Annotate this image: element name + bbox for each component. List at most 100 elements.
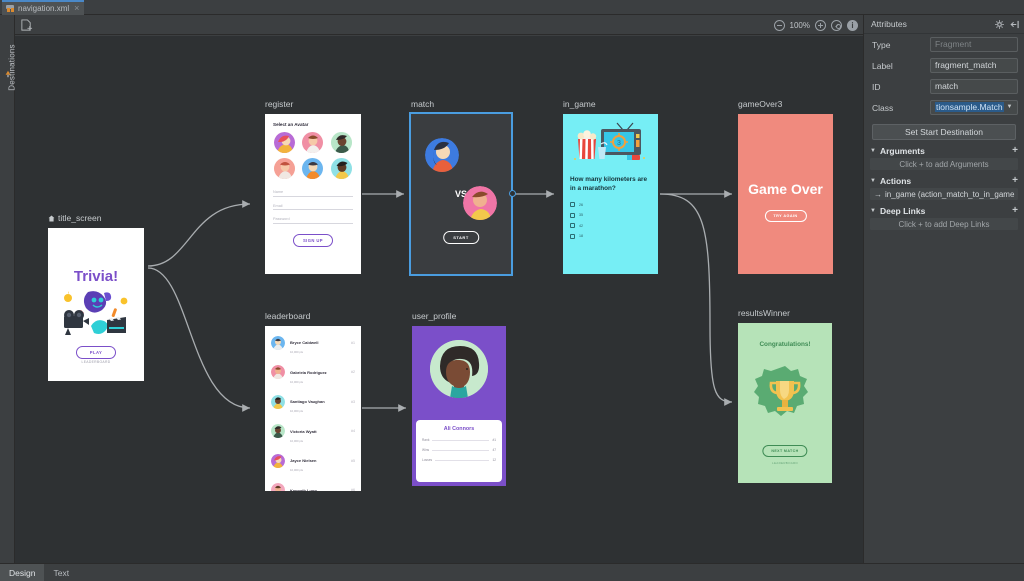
panel-title: Attributes (871, 19, 907, 29)
password-field[interactable]: Password (273, 217, 353, 224)
name-field[interactable]: Name (273, 190, 353, 197)
profile-stat-row: Rank #1 (422, 438, 496, 442)
node-leaderboard[interactable]: leaderboard Bryce Caldwell 10,000 pts #1 … (265, 311, 361, 491)
add-deep-link-button[interactable]: + (1012, 206, 1018, 216)
list-item[interactable]: Bryce Caldwell 10,000 pts #1 (271, 331, 355, 354)
section-header-actions[interactable]: ▼ Actions + (864, 174, 1024, 188)
class-value: tionsample.Match (935, 102, 1004, 112)
avatar-option[interactable] (302, 132, 324, 153)
answer-label: 18 (579, 234, 583, 239)
answer-option[interactable]: 18 (570, 233, 651, 239)
tab-navigation-xml[interactable]: navigation.xml × (2, 0, 85, 15)
congratulations-title: Congratulations! (759, 340, 811, 348)
node-title-screen[interactable]: title_screen Trivia! PLAY LEADERBOARD (48, 213, 144, 381)
section-header-deep-links[interactable]: ▼ Deep Links + (864, 204, 1024, 218)
tab-text[interactable]: Text (44, 564, 78, 581)
player-rank: #4 (351, 429, 355, 433)
checkbox-icon[interactable] (570, 202, 575, 208)
player-points: 10,000 pts (290, 468, 304, 472)
info-icon[interactable]: i (847, 19, 858, 31)
add-action-button[interactable]: + (1012, 176, 1018, 186)
avatar-option[interactable] (331, 132, 353, 153)
label-field[interactable]: fragment_match (930, 58, 1018, 73)
player-name: Jayce Nielsen (290, 458, 317, 463)
bottom-spacer (78, 564, 1024, 581)
trophy-badge-icon (754, 365, 808, 416)
chevron-down-icon[interactable]: ▼ (870, 178, 876, 184)
collapse-panel-icon[interactable] (1010, 20, 1019, 29)
new-destination-icon[interactable] (20, 19, 33, 32)
sign-up-button[interactable]: SIGN UP (293, 233, 333, 247)
node-register[interactable]: register Select an Avatar Name Email Pas… (265, 99, 361, 274)
chevron-down-icon[interactable]: ▼ (1004, 102, 1015, 113)
left-tool-rail: Destinations (0, 15, 17, 581)
id-field[interactable]: match (930, 79, 1018, 94)
class-field[interactable]: tionsample.Match ▼ (930, 100, 1018, 115)
set-start-destination-button[interactable]: Set Start Destination (872, 124, 1016, 140)
screen-match: VS START (411, 114, 511, 274)
avatar-option[interactable] (331, 158, 353, 179)
email-field[interactable]: Email (273, 204, 353, 210)
leaderboard-link[interactable]: LEADERBOARD (738, 461, 832, 465)
answer-option[interactable]: 42 (570, 223, 651, 229)
start-button[interactable]: START (443, 231, 479, 244)
arguments-empty-hint[interactable]: Click + to add Arguments (870, 158, 1018, 170)
connection-handle[interactable] (509, 190, 516, 197)
chevron-down-icon[interactable]: ▼ (870, 208, 876, 214)
next-match-button[interactable]: NEXT MATCH (762, 444, 808, 457)
attribute-row-class: Class tionsample.Match ▼ (864, 97, 1024, 118)
action-label: in_game (action_match_to_in_game (885, 189, 1015, 199)
add-argument-button[interactable]: + (1012, 146, 1018, 156)
list-item[interactable]: Gabriela Rodriguez 10,000 pts #2 (271, 361, 355, 384)
toolbar-right-controls: 100% i (773, 15, 858, 35)
checkbox-icon[interactable] (570, 233, 575, 239)
navigation-canvas[interactable]: title_screen Trivia! PLAY LEADERBOARD re… (15, 36, 863, 563)
deep-links-empty-hint[interactable]: Click + to add Deep Links (870, 218, 1018, 230)
field-label: Label (872, 60, 893, 71)
editor-mode-tabs: Design Text (0, 563, 1024, 581)
list-item[interactable]: Kenneth Lugo10,000 pts #6 (271, 479, 355, 491)
stat-value: 47 (492, 448, 496, 452)
leaderboard-link[interactable]: LEADERBOARD (48, 360, 144, 364)
checkbox-icon[interactable] (570, 212, 575, 218)
answer-option[interactable]: 26 (570, 202, 651, 208)
play-button[interactable]: PLAY (76, 346, 116, 359)
tab-design[interactable]: Design (0, 564, 45, 581)
section-header-arguments[interactable]: ▼ Arguments + (864, 144, 1024, 158)
list-item[interactable]: Victoria Wyatt 10,000 pts #4 (271, 420, 355, 443)
zoom-out-icon[interactable] (773, 19, 785, 31)
attribute-row-label: Label fragment_match (864, 55, 1024, 76)
arrow-right-icon: → (874, 189, 882, 199)
node-in-game-label: in_game (563, 99, 596, 109)
answer-label: 35 (579, 213, 583, 218)
try-again-button[interactable]: TRY AGAIN (764, 210, 807, 222)
avatar-grid[interactable] (273, 132, 353, 179)
avatar-option[interactable] (302, 158, 324, 179)
avatar-option[interactable] (273, 158, 295, 179)
movie-illustration (64, 291, 128, 335)
list-item[interactable]: Santiago Vaughan 10,000 pts #3 (271, 390, 355, 413)
attributes-header: Attributes (864, 15, 1024, 34)
home-icon (48, 215, 55, 221)
node-match[interactable]: match VS START (411, 99, 516, 274)
node-user-profile[interactable]: user_profile Ali Connors Rank #1 Wins 47… (412, 311, 506, 486)
zoom-fit-icon[interactable] (831, 19, 842, 31)
node-game-over[interactable]: gameOver3 Game Over TRY AGAIN (738, 99, 833, 274)
checkbox-icon[interactable] (570, 223, 575, 229)
stat-key: Rank (422, 438, 430, 442)
close-icon[interactable]: × (74, 4, 79, 13)
attribute-row-type: Type Fragment (864, 34, 1024, 55)
editor-toolbar: 100% i (15, 15, 864, 35)
action-list-item[interactable]: → in_game (action_match_to_in_game (870, 188, 1018, 200)
node-in-game[interactable]: in_game 3 How many kilometers are in a m… (563, 99, 658, 274)
gear-icon[interactable] (995, 19, 1004, 29)
zoom-in-icon[interactable] (815, 19, 826, 31)
avatar-option[interactable] (273, 132, 295, 153)
list-item[interactable]: Jayce Nielsen 10,000 pts #5 (271, 449, 355, 472)
answer-option[interactable]: 35 (570, 212, 651, 218)
node-results-winner[interactable]: resultsWinner Congratulations! NEXT MATC… (738, 308, 832, 483)
chevron-down-icon[interactable]: ▼ (870, 148, 876, 154)
avatar (271, 335, 285, 350)
node-frame: Ali Connors Rank #1 Wins 47 Losses 12 (412, 326, 506, 486)
avatar (271, 483, 285, 491)
